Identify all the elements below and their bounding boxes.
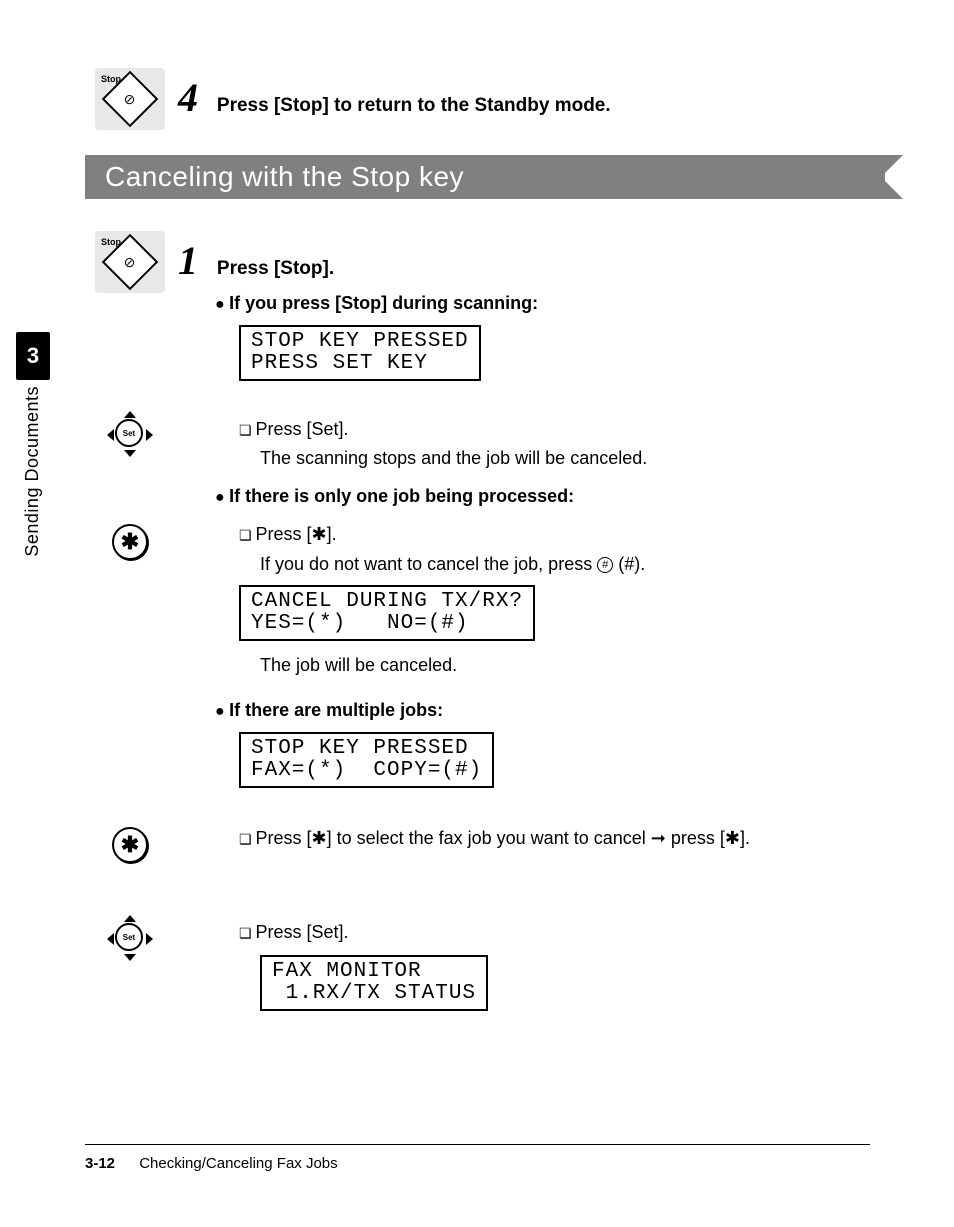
stop-key-illustration: Stop ⊘: [95, 68, 165, 130]
lcd-line: FAX MONITOR: [272, 960, 422, 983]
step-4-instruction: Press [Stop] to return to the Standby mo…: [217, 95, 611, 116]
case-c-substep-1: Press [✱] to select the fax job you want…: [239, 828, 750, 848]
star-circle-icon: ✱: [112, 524, 148, 560]
section-header-bar: Canceling with the Stop key: [85, 155, 885, 199]
case-a-heading: If you press [Stop] during scanning:: [215, 293, 538, 313]
footer-divider: [85, 1144, 870, 1145]
lcd-display: STOP KEY PRESSED PRESS SET KEY: [239, 325, 481, 381]
star-glyph-icon: ✱: [311, 524, 326, 544]
set-circle-icon: Set: [115, 923, 143, 951]
lcd-display: CANCEL DURING TX/RX? YES=(*) NO=(#): [239, 585, 535, 641]
lcd-line: 1.RX/TX STATUS: [272, 982, 476, 1005]
star-glyph-icon: ✱: [725, 828, 740, 848]
case-b-description: If you do not want to cancel the job, pr…: [260, 554, 645, 574]
lcd-display: FAX MONITOR 1.RX/TX STATUS: [260, 955, 488, 1011]
star-key-illustration: ✱: [108, 823, 152, 867]
header-arrow-decor: [881, 177, 903, 199]
circled-hash-icon: #: [597, 557, 613, 573]
case-b-heading: If there is only one job being processed…: [215, 486, 574, 506]
step-1-number: 1: [178, 238, 198, 283]
page-number: 3-12: [85, 1155, 115, 1172]
stop-slash-icon: ⊘: [124, 253, 136, 270]
case-c-heading: If there are multiple jobs:: [215, 700, 443, 720]
lcd-line: YES=(*) NO=(#): [251, 612, 469, 635]
star-key-illustration: ✱: [108, 520, 152, 564]
lcd-line: FAX=(*) COPY=(#): [251, 759, 482, 782]
case-c-substep-2: Press [Set].: [239, 922, 349, 942]
section-title: Canceling with the Stop key: [85, 155, 885, 199]
stop-key-illustration: Stop ⊘: [95, 231, 165, 293]
header-arrow-decor: [881, 155, 903, 177]
case-b-substep: Press [✱].: [239, 524, 337, 544]
set-key-illustration: Set: [103, 407, 157, 461]
footer-title: Checking/Canceling Fax Jobs: [139, 1155, 337, 1172]
case-b-result: The job will be canceled.: [260, 655, 457, 675]
lcd-line: STOP KEY PRESSED: [251, 737, 469, 760]
stop-slash-icon: ⊘: [124, 90, 136, 107]
lcd-display: STOP KEY PRESSED FAX=(*) COPY=(#): [239, 732, 494, 788]
step-4-number: 4: [178, 75, 198, 120]
lcd-line: STOP KEY PRESSED: [251, 330, 469, 353]
star-glyph-icon: ✱: [311, 828, 326, 848]
chapter-title-vertical: Sending Documents: [22, 386, 43, 557]
chapter-number-box: 3: [16, 332, 50, 380]
lcd-line: PRESS SET KEY: [251, 352, 428, 375]
arrow-right-icon: ➞: [651, 828, 666, 848]
set-key-illustration: Set: [103, 911, 157, 965]
page-footer: 3-12 Checking/Canceling Fax Jobs: [85, 1155, 338, 1172]
star-circle-icon: ✱: [112, 827, 148, 863]
chapter-sidebar: 3 Sending Documents: [16, 332, 50, 557]
step-1-instruction: Press [Stop].: [217, 258, 334, 279]
case-a-substep: Press [Set].: [239, 419, 349, 439]
lcd-line: CANCEL DURING TX/RX?: [251, 590, 523, 613]
set-circle-icon: Set: [115, 419, 143, 447]
case-a-description: The scanning stops and the job will be c…: [260, 448, 647, 468]
